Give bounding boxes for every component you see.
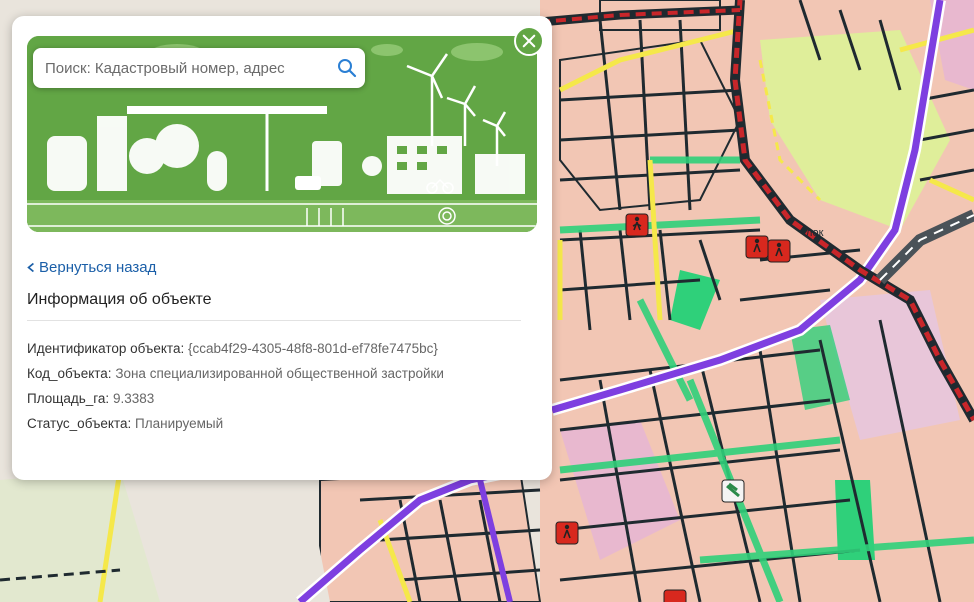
info-title: Информация об объекте bbox=[27, 291, 212, 308]
attribute-value: 9.3383 bbox=[112, 391, 155, 406]
attribute-row: Код_объекта: Зона специализированной общ… bbox=[27, 366, 444, 391]
back-link-label: Вернуться назад bbox=[39, 259, 157, 276]
chevron-left-icon bbox=[27, 262, 34, 273]
map-label: лок bbox=[806, 227, 824, 239]
attribute-value: {ccab4f29-4305-48f8-801d-ef78fe7475bc} bbox=[187, 341, 438, 356]
back-link[interactable]: Вернуться назад bbox=[27, 259, 156, 276]
divider bbox=[27, 320, 521, 321]
search-input[interactable] bbox=[33, 48, 333, 88]
pedestrian-sign-icon[interactable] bbox=[663, 589, 687, 602]
pedestrian-sign-icon[interactable] bbox=[767, 239, 791, 263]
ice-cream-icon[interactable] bbox=[721, 479, 745, 503]
attribute-row: Статус_объекта: Планируемый bbox=[27, 416, 444, 441]
pedestrian-sign-icon[interactable] bbox=[555, 521, 579, 545]
attribute-row: Идентификатор объекта: {ccab4f29-4305-48… bbox=[27, 341, 444, 366]
search-box[interactable] bbox=[33, 48, 365, 88]
attribute-list: Идентификатор объекта: {ccab4f29-4305-48… bbox=[27, 341, 444, 441]
pedestrian-sign-icon[interactable] bbox=[625, 213, 649, 237]
attribute-key: Код_объекта: bbox=[27, 366, 112, 381]
attribute-row: Площадь_га: 9.3383 bbox=[27, 391, 444, 416]
attribute-value: Зона специализированной общественной зас… bbox=[115, 366, 444, 381]
close-button[interactable] bbox=[514, 26, 544, 56]
attribute-value: Планируемый bbox=[135, 416, 224, 431]
close-icon[interactable] bbox=[522, 34, 536, 48]
object-info-panel: Вернуться назад Информация об объекте Ид… bbox=[12, 16, 552, 480]
pedestrian-sign-icon[interactable] bbox=[745, 235, 769, 259]
attribute-key: Статус_объекта: bbox=[27, 416, 132, 431]
attribute-key: Идентификатор объекта: bbox=[27, 341, 185, 356]
attribute-key: Площадь_га: bbox=[27, 391, 110, 406]
search-icon[interactable] bbox=[337, 58, 357, 78]
